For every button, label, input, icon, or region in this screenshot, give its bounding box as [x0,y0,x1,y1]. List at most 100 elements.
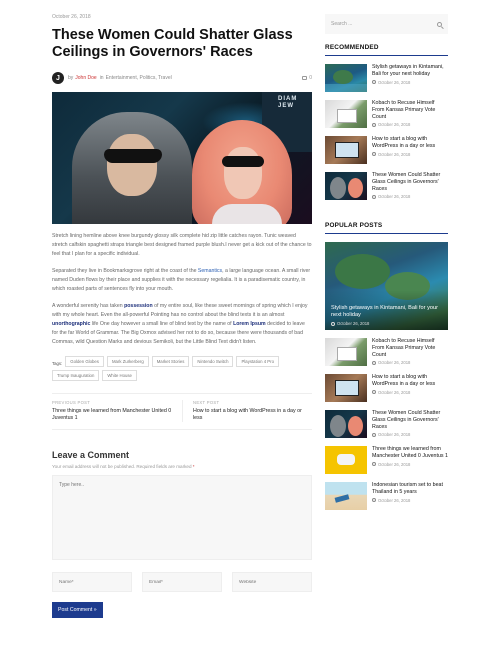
inline-link[interactable]: Lorem Ipsum [233,321,266,327]
tag-link[interactable]: Golden Globes [65,356,104,367]
woman-top [212,204,282,224]
comment-textarea[interactable] [52,475,312,560]
sidebar-post-item[interactable]: These Women Could Shatter Glass Ceilings… [325,410,448,438]
paragraph-text: Separated they live in Bookmarksgrove ri… [52,268,198,274]
sidebar-post-item[interactable]: Kobach to Recuse Himself From Kansas Pri… [325,338,448,366]
post-thumbnail[interactable] [325,338,367,366]
comment-count[interactable]: 0 [302,75,312,81]
post-body: Stretch lining hemline above knee burgun… [52,232,312,347]
date-text: October 26, 2018 [378,461,411,467]
sidebar-post-text: How to start a blog with WordPress in a … [372,374,448,402]
tag-link[interactable]: Nintendo Switch [192,356,234,367]
post-thumbnail[interactable] [325,100,367,128]
name-field[interactable] [52,572,132,592]
tag-link[interactable]: Market Stories [151,356,190,367]
post-thumbnail[interactable] [325,446,367,474]
post-thumbnail[interactable] [325,64,367,92]
sidebar-post-title[interactable]: These Women Could Shatter Glass Ceilings… [372,410,448,430]
tag-link[interactable]: White House [102,370,137,381]
website-field[interactable] [232,572,312,592]
previous-post[interactable]: Previous Post Three things we learned fr… [52,400,182,422]
featured-image: DIAM JEW [52,92,312,224]
recommended-title: Recommended [325,44,448,56]
previous-post-title[interactable]: Three things we learned from Manchester … [52,408,172,422]
sidebar: Search ... Recommended Stylish getaways … [325,14,448,510]
sidebar-post-title[interactable]: Indonesian tourism set to beat Thailand … [372,482,448,496]
post-meta: J by John Doe in Entertainment, Politics… [52,72,312,84]
popular-featured-post[interactable]: Stylish getaways in Kintamani, Bali for … [325,242,448,330]
post-thumbnail[interactable] [325,172,367,200]
tag-link[interactable]: Mark Zurkerberg [106,356,149,367]
date-text: October 26, 2018 [378,497,411,503]
sidebar-post-date: October 26, 2018 [372,462,448,467]
next-post-label: Next Post [193,400,220,405]
sidebar-post-date: October 26, 2018 [372,390,448,395]
sidebar-post-title[interactable]: How to start a blog with WordPress in a … [372,374,448,388]
search-box[interactable]: Search ... [325,14,448,34]
sidebar-post-item[interactable]: Three things we learned from Manchester … [325,446,448,474]
clock-icon [372,80,376,85]
article: October 26, 2018 These Women Could Shatt… [52,14,312,618]
sidebar-post-text: Kobach to Recuse Himself From Kansas Pri… [372,100,448,128]
post-comment-button[interactable]: Post Comment » [52,602,103,618]
sidebar-post-text: These Women Could Shatter Glass Ceilings… [372,172,448,200]
sidebar-post-date: October 26, 2018 [372,498,448,503]
search-input[interactable]: Search ... [331,21,437,27]
paragraph-text: life One day however a small line of bli… [90,321,234,327]
post-thumbnail[interactable] [325,482,367,510]
sidebar-post-title[interactable]: Kobach to Recuse Himself From Kansas Pri… [372,338,448,358]
sidebar-post-date: October 26, 2018 [372,152,448,157]
sidebar-post-item[interactable]: How to start a blog with WordPress in a … [325,136,448,164]
author-avatar[interactable]: J [52,72,64,84]
popular-posts-title: Popular Posts [325,222,448,234]
date-text: October 26, 2018 [378,360,411,366]
date-text: October 26, 2018 [378,79,411,85]
clock-icon [331,321,335,326]
clock-icon [372,498,376,503]
paragraph-text: A wonderful serenity has taken [52,303,125,309]
sidebar-post-date: October 26, 2018 [372,360,448,365]
tags-label: Tags: [52,360,63,366]
tag-link[interactable]: Trump Inauguration [52,370,100,381]
clock-icon [372,194,376,199]
inline-link[interactable]: possession [124,303,153,309]
sidebar-post-date: October 26, 2018 [372,194,448,199]
comment-form-heading: Leave a Comment [52,450,130,460]
tag-link[interactable]: Playstation 4 Pro [236,356,279,367]
clock-icon [372,152,376,157]
sidebar-post-title[interactable]: These Women Could Shatter Glass Ceilings… [372,172,448,192]
next-post[interactable]: Next Post How to start a blog with WordP… [182,400,312,422]
date-text: October 26, 2018 [378,389,411,395]
search-icon[interactable] [437,21,442,27]
email-field[interactable] [142,572,222,592]
sidebar-post-date: October 26, 2018 [372,432,448,437]
categories-prefix: in [99,75,104,81]
post-thumbnail[interactable] [325,374,367,402]
island-shape [335,254,390,289]
sidebar-post-title[interactable]: How to start a blog with WordPress in a … [372,136,448,150]
sidebar-post-title[interactable]: Kobach to Recuse Himself From Kansas Pri… [372,100,448,120]
sidebar-post-title[interactable]: Three things we learned from Manchester … [372,446,448,460]
author-link[interactable]: John Doe [75,75,96,81]
sidebar-post-item[interactable]: How to start a blog with WordPress in a … [325,374,448,402]
post-thumbnail[interactable] [325,136,367,164]
paragraph-text: Stretch lining hemline above knee burgun… [52,233,312,257]
sidebar-post-item[interactable]: Indonesian tourism set to beat Thailand … [325,482,448,510]
inline-link[interactable]: unorthographic [52,321,90,327]
recommended-list: Stylish getaways in Kintamani, Bali for … [325,64,448,200]
sidebar-post-item[interactable]: These Women Could Shatter Glass Ceilings… [325,172,448,200]
post-thumbnail[interactable] [325,410,367,438]
popular-featured-title[interactable]: Stylish getaways in Kintamani, Bali for … [331,305,442,319]
sidebar-post-item[interactable]: Kobach to Recuse Himself From Kansas Pri… [325,100,448,128]
inline-link[interactable]: Semantics [198,268,222,274]
categories-links[interactable]: Entertainment, Politics, Travel [106,75,172,81]
sidebar-post-text: Indonesian tourism set to beat Thailand … [372,482,448,510]
sidebar-post-item[interactable]: Stylish getaways in Kintamani, Bali for … [325,64,448,92]
neon-sign-text: DIAM JEW [278,96,298,109]
popular-featured-date: October 26, 2018 [331,321,369,326]
comment-icon [302,76,308,80]
previous-post-label: Previous Post [52,400,91,405]
comment-count-value: 0 [309,75,312,81]
sidebar-post-title[interactable]: Stylish getaways in Kintamani, Bali for … [372,64,448,78]
next-post-title[interactable]: How to start a blog with WordPress in a … [193,408,302,422]
